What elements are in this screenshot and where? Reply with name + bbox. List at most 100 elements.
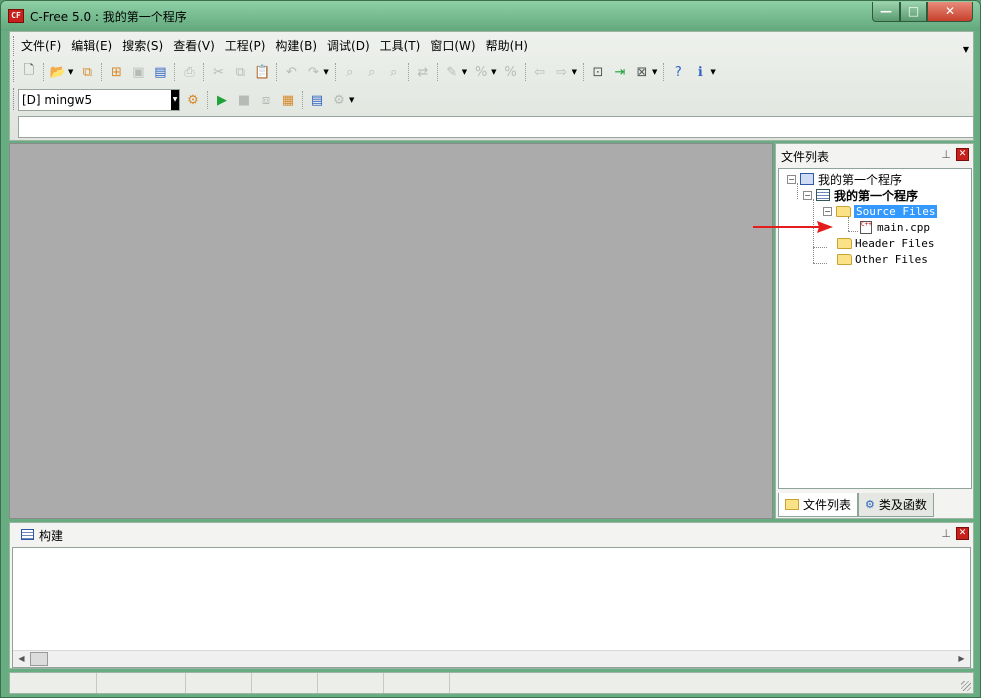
build-toolbar-grip[interactable]	[13, 88, 16, 110]
build-output[interactable]: ◀ ▶	[12, 547, 971, 668]
menu-build[interactable]: 构建(B)	[270, 37, 322, 55]
workspace-icon	[799, 172, 815, 186]
open-dropdown-chevron-icon[interactable]: ▼	[68, 68, 73, 76]
save-icon[interactable]: ▣	[128, 62, 148, 82]
redo-icon[interactable]: ↷	[303, 62, 323, 82]
forward-icon[interactable]: ⇨	[552, 62, 572, 82]
stop-icon[interactable]: ■	[234, 90, 254, 110]
cut-icon[interactable]: ✂	[208, 62, 228, 82]
horizontal-scrollbar[interactable]: ◀ ▶	[13, 650, 970, 667]
print-icon[interactable]: ⎙	[179, 62, 199, 82]
back-icon[interactable]: ⇦	[530, 62, 550, 82]
toolbar-separator	[43, 63, 44, 81]
undo-redo-dropdown-chevron-icon[interactable]: ▼	[323, 68, 328, 76]
menu-edit[interactable]: 编辑(E)	[66, 37, 117, 55]
annotation-arrow-head	[817, 221, 833, 233]
toolbar-grip[interactable]	[13, 60, 16, 82]
new-project-icon[interactable]: ⊞	[106, 62, 126, 82]
close-icon[interactable]: ✕	[956, 527, 969, 540]
open-folder-icon[interactable]: 📂	[48, 62, 68, 82]
resize-grip[interactable]	[961, 681, 971, 691]
tree-node-source-files[interactable]: − Source Files	[823, 203, 938, 219]
title-bar[interactable]: CF C-Free 5.0 : 我的第一个程序 — □ ✕	[1, 1, 980, 31]
tree-node-main-cpp[interactable]: C++ main.cpp	[858, 219, 930, 235]
replace-icon[interactable]: ⇄	[413, 62, 433, 82]
scroll-thumb[interactable]	[30, 652, 48, 666]
toolbar-separator	[276, 63, 278, 81]
highlight-dropdown-chevron-icon[interactable]: ▼	[462, 68, 467, 76]
bookmark-icon[interactable]: ⊡	[588, 62, 608, 82]
find-icon[interactable]: ⌕	[340, 62, 360, 82]
tree-node-project[interactable]: − 我的第一个程序	[803, 187, 918, 203]
menu-and-toolbar-area: 文件(F) 编辑(E) 搜索(S) 查看(V) 工程(P) 构建(B) 调试(D…	[9, 31, 974, 141]
pin-icon[interactable]: ⊥	[941, 148, 951, 161]
compile-icon[interactable]: ⧈	[256, 90, 276, 110]
comment-icon[interactable]: %	[471, 62, 491, 82]
menu-help[interactable]: 帮助(H)	[481, 37, 533, 55]
collapse-icon[interactable]: −	[803, 190, 812, 200]
collapse-icon[interactable]: −	[823, 206, 832, 216]
tree-node-header-files[interactable]: Header Files	[836, 235, 934, 251]
menu-file[interactable]: 文件(F)	[16, 37, 66, 55]
navigation-dropdown-chevron-icon[interactable]: ▼	[572, 68, 577, 76]
command-input[interactable]	[18, 116, 974, 138]
build-panel-header[interactable]: 构建 ⊥ ✕	[10, 523, 973, 545]
build-output-icon	[21, 529, 34, 540]
other-files-label: Other Files	[855, 252, 928, 266]
menu-project[interactable]: 工程(P)	[220, 37, 271, 55]
undo-icon[interactable]: ↶	[281, 62, 301, 82]
bookmark-dropdown-chevron-icon[interactable]: ▼	[652, 68, 657, 76]
cpp-file-icon: C++	[858, 220, 874, 234]
menubar-overflow-chevron-icon[interactable]: ▼	[963, 45, 969, 54]
comment-dropdown-chevron-icon[interactable]: ▼	[491, 68, 496, 76]
menu-tools[interactable]: 工具(T)	[375, 37, 426, 55]
info-icon[interactable]: ℹ	[690, 62, 710, 82]
build-run-icon[interactable]: ⚙	[183, 90, 203, 110]
goto-bookmark-icon[interactable]: ⇥	[610, 62, 630, 82]
menu-view[interactable]: 查看(V)	[168, 37, 220, 55]
cfree-app-icon[interactable]: CF	[8, 9, 24, 23]
maximize-button[interactable]: □	[900, 2, 927, 22]
pin-icon[interactable]: ⊥	[941, 527, 951, 540]
find-next-icon[interactable]: ⌕	[362, 62, 382, 82]
compiler-select-chevron-icon[interactable]: ▼	[171, 90, 179, 110]
build-project-icon[interactable]: ▦	[278, 90, 298, 110]
uncomment-icon[interactable]: %	[501, 62, 521, 82]
status-cell	[97, 673, 186, 693]
highlight-icon[interactable]: ✎	[442, 62, 462, 82]
toolbar-separator	[174, 63, 176, 81]
tab-file-list[interactable]: 文件列表	[778, 493, 859, 517]
run-icon[interactable]: ▶	[212, 90, 232, 110]
tree-node-other-files[interactable]: Other Files	[836, 251, 928, 267]
tab-file-list-label: 文件列表	[803, 498, 852, 512]
debug-settings-icon[interactable]: ⚙	[329, 90, 349, 110]
copy-icon[interactable]: ⧉	[230, 62, 250, 82]
scroll-left-icon[interactable]: ◀	[13, 651, 30, 667]
editor-area[interactable]	[9, 143, 773, 519]
paste-icon[interactable]: 📋	[252, 62, 272, 82]
open-project-icon[interactable]: ⧉	[77, 62, 97, 82]
build-log-icon[interactable]: ▤	[307, 90, 327, 110]
find-prev-icon[interactable]: ⌕	[384, 62, 404, 82]
tab-classes-functions[interactable]: ⚙ 类及函数	[858, 493, 934, 517]
help-dropdown-chevron-icon[interactable]: ▼	[710, 68, 715, 76]
build-toolbar-dropdown-chevron-icon[interactable]: ▼	[349, 96, 354, 104]
compiler-select[interactable]: [D] mingw5 ▼	[18, 89, 180, 111]
minimize-button[interactable]: —	[872, 2, 900, 22]
clear-bookmarks-icon[interactable]: ⊠	[632, 62, 652, 82]
close-icon[interactable]: ✕	[956, 148, 969, 161]
menu-window[interactable]: 窗口(W)	[425, 37, 480, 55]
save-all-icon[interactable]: ▤	[150, 62, 170, 82]
tree-node-workspace[interactable]: − 我的第一个程序	[787, 171, 902, 187]
menu-search[interactable]: 搜索(S)	[117, 37, 168, 55]
project-icon	[815, 188, 831, 202]
new-file-icon[interactable]: 🗋	[19, 62, 39, 82]
toolbar-separator	[663, 63, 665, 81]
menu-debug[interactable]: 调试(D)	[322, 37, 375, 55]
help-icon[interactable]: ?	[668, 62, 688, 82]
toolbar-separator	[207, 91, 208, 109]
file-list-panel-header[interactable]: 文件列表 ⊥ ✕	[776, 144, 973, 166]
scroll-right-icon[interactable]: ▶	[953, 651, 970, 667]
close-button[interactable]: ✕	[927, 2, 973, 22]
collapse-icon[interactable]: −	[787, 174, 796, 184]
